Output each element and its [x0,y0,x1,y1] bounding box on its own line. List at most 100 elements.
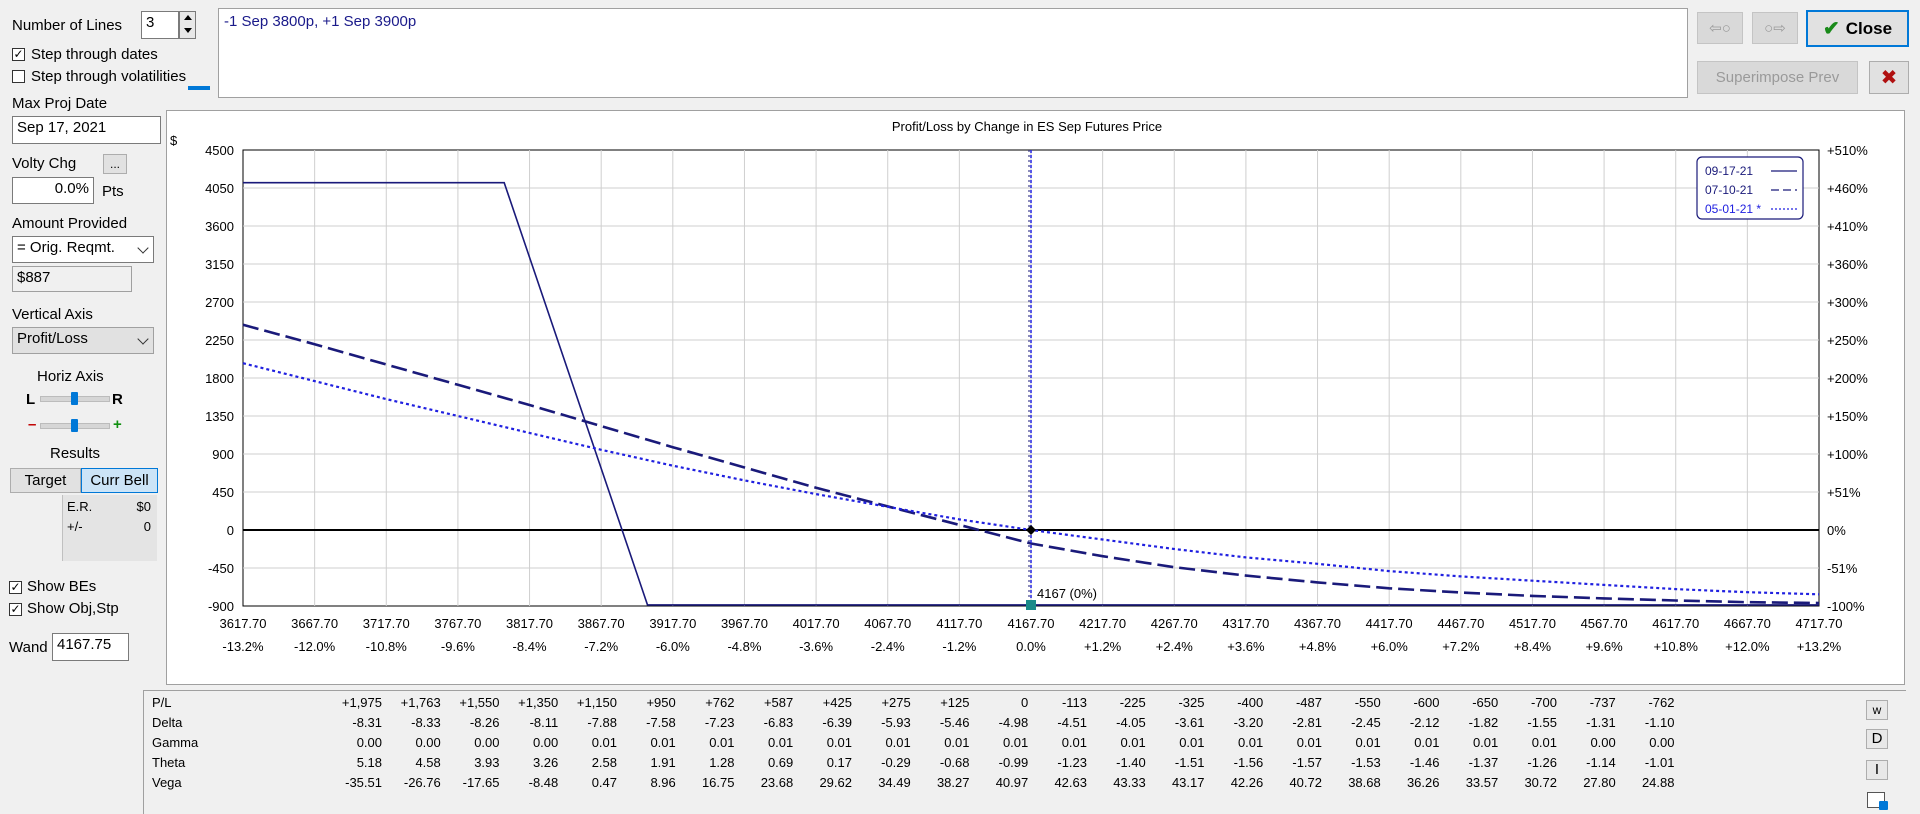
y-right-tick-label: +510% [1827,143,1868,158]
greeks-cell: 33.57 [1465,775,1499,790]
greeks-cell: 1.91 [650,755,676,770]
position-textarea[interactable]: -1 Sep 3800p, +1 Sep 3900p [218,8,1688,98]
spin-up-icon[interactable] [184,15,192,20]
volty-unit: Pts [102,183,124,200]
greeks-row-label: Theta [152,755,186,770]
curr-bell-button[interactable]: Curr Bell [81,468,158,493]
greeks-cell: -225 [1119,695,1146,710]
volty-slider-thumb[interactable] [188,86,210,90]
spin-down-icon[interactable] [184,28,192,33]
x-tick-label: 3717.70 [363,616,410,631]
greeks-cell: 43.17 [1171,775,1205,790]
max-proj-label: Max Proj Date [12,95,108,112]
greeks-cell: 16.75 [701,775,735,790]
y-tick-label: 0 [227,523,234,538]
greeks-cell: 0.00 [474,735,500,750]
greeks-table: P/L +1,975 +1,763 +1,550 +1,350 +1,150 +950 +76… [143,690,1906,814]
greeks-cell: -4.98 [998,715,1029,730]
step-dates-checkbox[interactable]: ✓ [12,48,25,61]
greeks-cell: -700 [1530,695,1557,710]
num-lines-input[interactable]: 3 [141,11,179,39]
greeks-cell: 3.93 [474,755,500,770]
x-tick-label: 3867.70 [578,616,625,631]
greeks-row-label: Delta [152,715,183,730]
forward-button[interactable]: ○⇨ [1752,12,1798,44]
greeks-cell: -7.88 [587,715,617,730]
x-pct-label: +6.0% [1371,639,1409,654]
show-obj-checkbox[interactable]: ✓ [9,603,22,616]
greeks-cell: 0.01 [1002,735,1029,750]
vaxis-select[interactable]: Profit/Loss [12,327,154,354]
y-right-tick-label: +410% [1827,219,1868,234]
greeks-cell: 0.01 [709,735,735,750]
greeks-cell: 0.01 [1414,735,1440,750]
step-vols-checkbox[interactable] [12,70,25,83]
side-i-button[interactable]: I [1866,760,1888,780]
greeks-cell: -1.57 [1292,755,1322,770]
greeks-cell: -650 [1472,695,1499,710]
x-tick-label: 4717.70 [1796,616,1843,631]
cancel-button[interactable]: ✖ [1869,61,1909,94]
greeks-cell: 4.58 [415,755,441,770]
greeks-cell: 40.97 [995,775,1029,790]
side-d-button[interactable]: D [1866,729,1888,749]
greeks-row-label: Gamma [152,735,199,750]
superimpose-button[interactable]: Superimpose Prev [1697,61,1858,94]
greeks-cell: 0.01 [1531,735,1557,750]
x-pct-label: -12.0% [294,639,336,654]
chart-panel: Profit/Loss by Change in ES Sep Futures … [166,110,1905,685]
haxis-plus-label: + [113,416,122,433]
haxis-l-label: L [26,391,36,408]
greeks-cell: -6.83 [763,715,794,730]
greeks-cell: -3.20 [1233,715,1264,730]
amount-select[interactable]: = Orig. Reqmt. [12,236,154,263]
x-tick-label: 3967.70 [721,616,768,631]
haxis-zoom-slider-thumb[interactable] [71,419,78,432]
tick-labels: 3617.70 -13.2% 3667.70 -12.0% 3717.70 -10.8% 3… [205,143,1868,654]
target-button-label: Target [24,472,67,489]
greeks-cell: 0.01 [1061,735,1087,750]
haxis-lr-slider-thumb[interactable] [71,392,78,405]
greeks-cell: +1,975 [341,695,382,710]
y-right-tick-label: -51% [1827,561,1858,576]
greeks-cell: -17.65 [462,775,500,790]
y-right-tick-label: +200% [1827,371,1868,386]
greeks-cell: 0.01 [591,735,617,750]
volty-input[interactable]: 0.0% [12,177,94,204]
greeks-cell: -35.51 [345,775,382,790]
greeks-cell: -487 [1295,695,1322,710]
wand-input[interactable]: 4167.75 [52,633,129,661]
back-button[interactable]: ⇦○ [1697,12,1743,44]
greeks-cell: -0.29 [881,755,911,770]
close-button[interactable]: ✔ Close [1806,10,1909,47]
greeks-cell: -2.45 [1351,715,1381,730]
x-pct-label: +3.6% [1227,639,1265,654]
greeks-cell: -0.68 [939,755,970,770]
legend-entry-label: 05-01-21 * [1705,202,1761,216]
back-arrow-icon: ⇦○ [1709,20,1731,37]
vaxis-label: Vertical Axis [12,306,93,323]
target-button[interactable]: Target [10,468,81,493]
greeks-cell: -7.58 [646,715,676,730]
x-pct-label: +8.4% [1514,639,1552,654]
greeks-cell: 38.68 [1348,775,1381,790]
amount-label: Amount Provided [12,215,128,232]
pl-chart[interactable]: Profit/Loss by Change in ES Sep Futures … [167,111,1904,684]
show-bes-checkbox[interactable]: ✓ [9,581,22,594]
er-value: $0 [136,499,151,514]
num-lines-spinner[interactable] [179,11,196,39]
greeks-cell: +950 [646,695,676,710]
x-tick-label: 4467.70 [1437,616,1484,631]
max-proj-input[interactable]: Sep 17, 2021 [12,116,161,144]
greeks-cell: -113 [1061,695,1087,710]
greeks-cell: 0.01 [826,735,852,750]
y-tick-label: 2250 [205,333,234,348]
greeks-cell: 40.72 [1289,775,1322,790]
y-tick-label: -450 [208,561,234,576]
greeks-cell: -1.40 [1116,755,1146,770]
export-icon[interactable] [1867,792,1888,810]
side-w-button[interactable]: w [1866,700,1888,720]
volty-more-button[interactable]: ... [103,154,127,174]
greeks-cell: 2.58 [591,755,617,770]
chevron-down-icon [137,242,149,254]
